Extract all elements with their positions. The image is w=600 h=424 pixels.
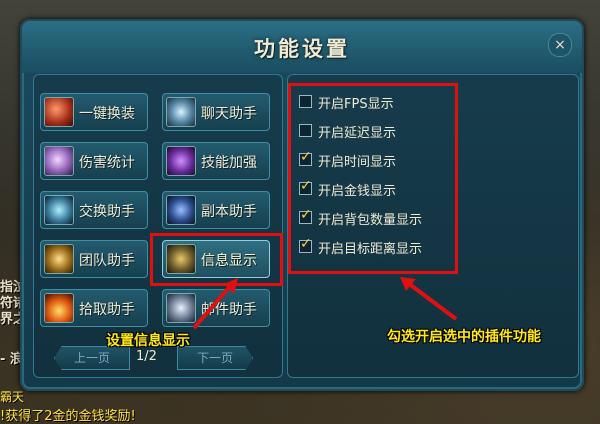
feature-label: 聊天助手 bbox=[201, 106, 257, 122]
option-label: 开启背包数量显示 bbox=[318, 213, 423, 228]
feature-button-team[interactable]: 团队助手 bbox=[40, 240, 148, 278]
team-icon bbox=[44, 244, 74, 274]
feature-button-chat[interactable]: 聊天助手 bbox=[162, 93, 270, 131]
feature-label: 交换助手 bbox=[79, 204, 135, 220]
option-label: 开启时间显示 bbox=[318, 155, 397, 170]
checkbox-money[interactable] bbox=[299, 178, 312, 195]
feature-label: 一键换装 bbox=[79, 106, 135, 122]
feature-button-skill[interactable]: 技能加强 bbox=[162, 142, 270, 180]
feature-label: 副本助手 bbox=[201, 204, 257, 220]
title-bar: 功能设置 × bbox=[22, 21, 582, 73]
loot-icon bbox=[44, 293, 74, 323]
skill-boost-icon bbox=[166, 146, 196, 176]
page-indicator: 1/2 bbox=[136, 349, 157, 364]
option-label: 开启延迟显示 bbox=[318, 126, 397, 141]
settings-window: 功能设置 × 一键换装 聊天助手 伤害统计 技能加强 交换助手 副本助手 团队助… bbox=[20, 19, 584, 391]
dungeon-icon bbox=[166, 195, 196, 225]
trade-icon bbox=[44, 195, 74, 225]
option-label: 开启金钱显示 bbox=[318, 184, 397, 199]
feature-button-loot[interactable]: 拾取助手 bbox=[40, 289, 148, 327]
checkbox-bag-count[interactable] bbox=[299, 207, 312, 224]
checkbox-fps[interactable] bbox=[299, 95, 312, 108]
feature-button-outfit[interactable]: 一键换装 bbox=[40, 93, 148, 131]
arrow-to-options bbox=[400, 277, 458, 321]
chat-line-1: 霸天 bbox=[0, 390, 25, 404]
feature-label: 团队助手 bbox=[79, 253, 135, 269]
feature-label: 拾取助手 bbox=[79, 302, 135, 318]
armor-swap-icon bbox=[44, 97, 74, 127]
feature-button-damage[interactable]: 伤害统计 bbox=[40, 142, 148, 180]
annotation-check-options: 勾选开启选中的插件功能 bbox=[387, 329, 541, 345]
chat-icon bbox=[166, 97, 196, 127]
feature-label: 伤害统计 bbox=[79, 155, 135, 171]
arrow-to-info-button bbox=[192, 278, 238, 330]
window-title: 功能设置 bbox=[254, 37, 350, 61]
checkbox-latency[interactable] bbox=[299, 124, 312, 137]
damage-stats-icon bbox=[44, 146, 74, 176]
checkbox-time[interactable] bbox=[299, 149, 312, 166]
option-label: 开启FPS显示 bbox=[318, 97, 394, 112]
chat-line-2: !获得了2金的金钱奖励! bbox=[0, 409, 136, 424]
feature-button-dungeon[interactable]: 副本助手 bbox=[162, 191, 270, 229]
close-button[interactable]: × bbox=[548, 33, 572, 57]
feature-label: 技能加强 bbox=[201, 155, 257, 171]
feature-button-trade[interactable]: 交换助手 bbox=[40, 191, 148, 229]
option-label: 开启目标距离显示 bbox=[318, 242, 423, 257]
checkbox-target-distance[interactable] bbox=[299, 236, 312, 253]
